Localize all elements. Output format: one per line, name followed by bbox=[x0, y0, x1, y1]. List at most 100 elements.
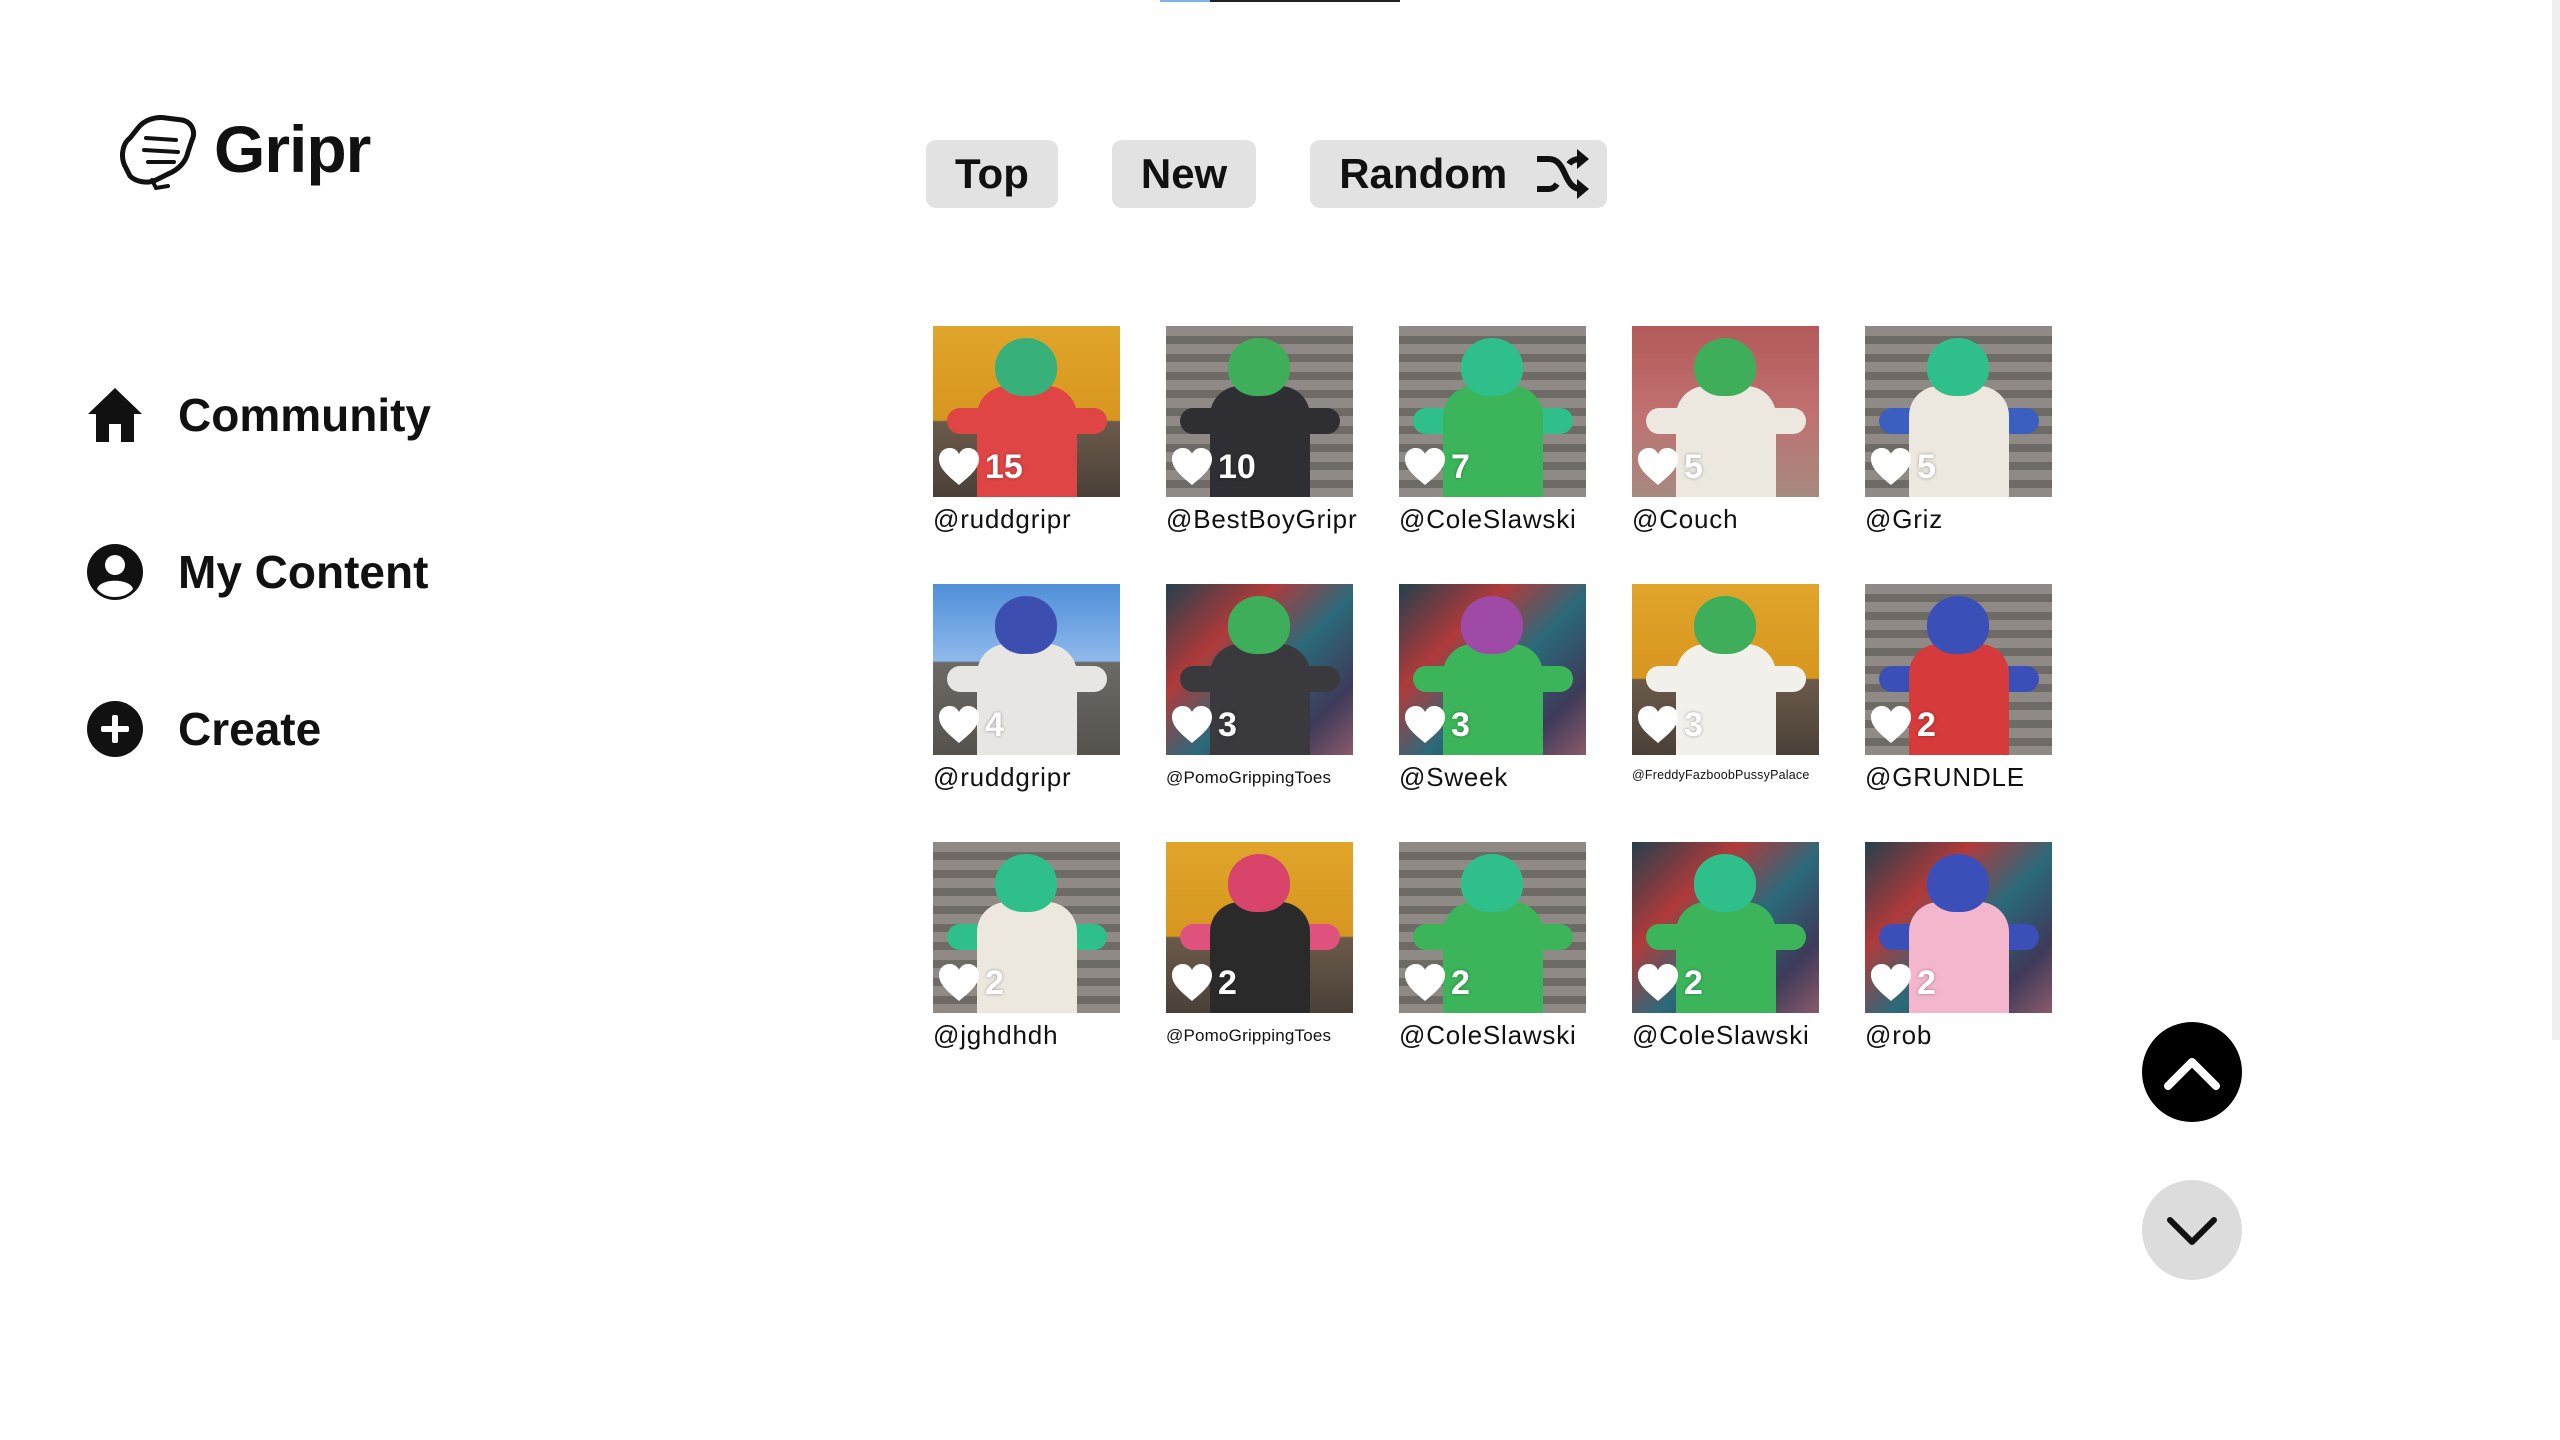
post-thumbnail[interactable]: 3 bbox=[1399, 584, 1586, 755]
post-author[interactable]: @ColeSlawski bbox=[1399, 1020, 1586, 1051]
post-card[interactable]: 2 @ColeSlawski bbox=[1399, 842, 1586, 1051]
post-author[interactable]: @ruddgripr bbox=[933, 504, 1120, 535]
post-card[interactable]: 2 @GRUNDLE bbox=[1865, 584, 2052, 793]
post-thumbnail[interactable]: 4 bbox=[933, 584, 1120, 755]
post-author[interactable]: @jghdhdh bbox=[933, 1020, 1120, 1051]
home-icon bbox=[84, 384, 146, 446]
figure-head bbox=[1927, 854, 1989, 912]
post-thumbnail[interactable]: 7 bbox=[1399, 326, 1586, 497]
figure-head bbox=[1228, 338, 1290, 396]
post-grid: 15 @ruddgripr 10 @BestBoyGripr 7 @ColeSl… bbox=[933, 326, 2052, 1051]
heart-icon[interactable] bbox=[1636, 963, 1680, 1003]
post-card[interactable]: 4 @ruddgripr bbox=[933, 584, 1120, 793]
post-thumbnail[interactable]: 15 bbox=[933, 326, 1120, 497]
sidebar-nav: Community My Content Create bbox=[84, 370, 431, 841]
sidebar-item-label: My Content bbox=[178, 546, 429, 598]
heart-icon[interactable] bbox=[1869, 447, 1913, 487]
likes-value: 7 bbox=[1451, 447, 1470, 486]
sidebar-item-label: Community bbox=[178, 389, 431, 441]
likes-value: 10 bbox=[1218, 447, 1256, 486]
sidebar-item-community[interactable]: Community bbox=[84, 370, 431, 460]
heart-icon[interactable] bbox=[1869, 963, 1913, 1003]
heart-icon[interactable] bbox=[1170, 447, 1214, 487]
heart-icon[interactable] bbox=[1869, 705, 1913, 745]
sidebar-item-create[interactable]: Create bbox=[84, 684, 431, 774]
sidebar-item-my-content[interactable]: My Content bbox=[84, 527, 431, 617]
heart-icon[interactable] bbox=[937, 705, 981, 745]
figure-head bbox=[1694, 338, 1756, 396]
likes-value: 2 bbox=[1451, 963, 1470, 1002]
figure-head bbox=[995, 338, 1057, 396]
post-card[interactable]: 2 @PomoGrippingToes bbox=[1166, 842, 1353, 1051]
post-card[interactable]: 5 @Griz bbox=[1865, 326, 2052, 535]
post-thumbnail[interactable]: 3 bbox=[1632, 584, 1819, 755]
tab-new[interactable]: New bbox=[1111, 140, 1257, 208]
post-thumbnail[interactable]: 2 bbox=[1865, 584, 2052, 755]
post-author[interactable]: @PomoGrippingToes bbox=[1166, 1026, 1353, 1046]
scroll-up-button[interactable] bbox=[2142, 1022, 2242, 1122]
post-thumbnail[interactable]: 2 bbox=[1166, 842, 1353, 1013]
post-thumbnail[interactable]: 5 bbox=[1865, 326, 2052, 497]
window-scrollbar[interactable] bbox=[2552, 0, 2560, 1040]
chevron-down-icon bbox=[2167, 1217, 2217, 1245]
likes-value: 2 bbox=[1218, 963, 1237, 1002]
heart-icon[interactable] bbox=[937, 447, 981, 487]
post-thumbnail[interactable]: 2 bbox=[1865, 842, 2052, 1013]
figure-head bbox=[1461, 596, 1523, 654]
post-card[interactable]: 5 @Couch bbox=[1632, 326, 1819, 535]
post-thumbnail[interactable]: 2 bbox=[1399, 842, 1586, 1013]
heart-icon[interactable] bbox=[1170, 963, 1214, 1003]
post-card[interactable]: 3 @PomoGrippingToes bbox=[1166, 584, 1353, 793]
heart-icon[interactable] bbox=[1170, 705, 1214, 745]
post-thumbnail[interactable]: 2 bbox=[1632, 842, 1819, 1013]
post-thumbnail[interactable]: 5 bbox=[1632, 326, 1819, 497]
post-author[interactable]: @BestBoyGripr bbox=[1166, 504, 1357, 535]
heart-icon[interactable] bbox=[1403, 705, 1447, 745]
heart-icon[interactable] bbox=[1636, 705, 1680, 745]
post-author[interactable]: @Griz bbox=[1865, 504, 2052, 535]
post-author[interactable]: @GRUNDLE bbox=[1865, 762, 2052, 793]
post-card[interactable]: 2 @rob bbox=[1865, 842, 2052, 1051]
likes-value: 4 bbox=[985, 705, 1004, 744]
tab-random[interactable]: Random bbox=[1310, 140, 1608, 208]
like-count: 2 bbox=[1869, 963, 1936, 1003]
heart-icon[interactable] bbox=[937, 963, 981, 1003]
shuffle-icon bbox=[1537, 149, 1590, 199]
likes-value: 5 bbox=[1917, 447, 1936, 486]
like-count: 2 bbox=[1170, 963, 1237, 1003]
post-author[interactable]: @ColeSlawski bbox=[1399, 504, 1586, 535]
post-author[interactable]: @PomoGrippingToes bbox=[1166, 768, 1353, 788]
post-card[interactable]: 10 @BestBoyGripr bbox=[1166, 326, 1357, 535]
post-card[interactable]: 2 @jghdhdh bbox=[933, 842, 1120, 1051]
post-author[interactable]: @ruddgripr bbox=[933, 762, 1120, 793]
app-name: Gripr bbox=[214, 112, 371, 186]
sort-tabs: Top New Random bbox=[926, 140, 1608, 208]
heart-icon[interactable] bbox=[1403, 963, 1447, 1003]
post-card[interactable]: 3 @FreddyFazboobPussyPalace bbox=[1632, 584, 1819, 793]
likes-value: 2 bbox=[985, 963, 1004, 1002]
like-count: 4 bbox=[937, 705, 1004, 745]
heart-icon[interactable] bbox=[1403, 447, 1447, 487]
post-thumbnail[interactable]: 2 bbox=[933, 842, 1120, 1013]
post-thumbnail[interactable]: 10 bbox=[1166, 326, 1353, 497]
figure-head bbox=[1228, 596, 1290, 654]
post-card[interactable]: 2 @ColeSlawski bbox=[1632, 842, 1819, 1051]
page-progress-line bbox=[1160, 0, 1400, 2]
heart-icon[interactable] bbox=[1636, 447, 1680, 487]
post-author[interactable]: @ColeSlawski bbox=[1632, 1020, 1819, 1051]
figure-head bbox=[1228, 854, 1290, 912]
like-count: 15 bbox=[937, 447, 1023, 487]
post-author[interactable]: @rob bbox=[1865, 1020, 2052, 1051]
post-card[interactable]: 15 @ruddgripr bbox=[933, 326, 1120, 535]
tab-top[interactable]: Top bbox=[926, 140, 1058, 208]
post-author[interactable]: @FreddyFazboobPussyPalace bbox=[1632, 768, 1819, 782]
post-thumbnail[interactable]: 3 bbox=[1166, 584, 1353, 755]
app-logo[interactable]: Gripr bbox=[116, 108, 371, 190]
post-card[interactable]: 3 @Sweek bbox=[1399, 584, 1586, 793]
post-author[interactable]: @Couch bbox=[1632, 504, 1819, 535]
likes-value: 3 bbox=[1451, 705, 1470, 744]
post-author[interactable]: @Sweek bbox=[1399, 762, 1586, 793]
like-count: 2 bbox=[1869, 705, 1936, 745]
scroll-down-button[interactable] bbox=[2142, 1180, 2242, 1280]
post-card[interactable]: 7 @ColeSlawski bbox=[1399, 326, 1586, 535]
